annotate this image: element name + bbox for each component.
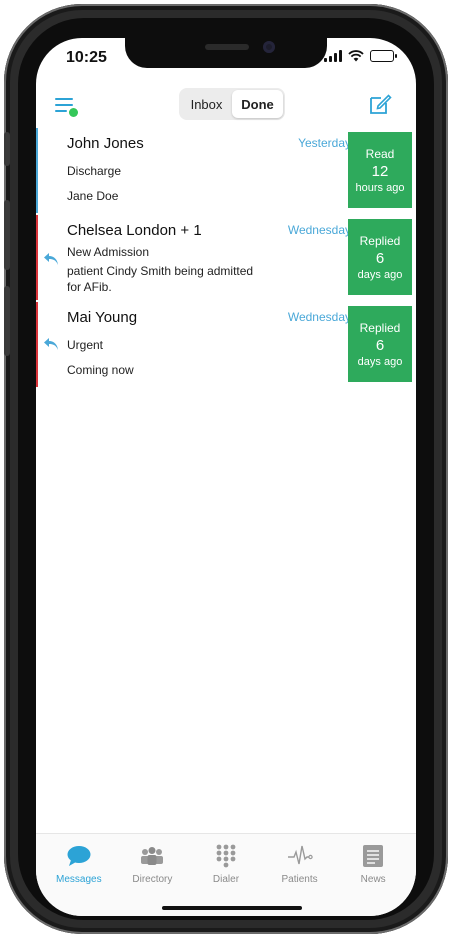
tab-label: Messages	[56, 874, 102, 885]
app-screen: 10:25 Inbox Done John Jones Discharge Ja…	[36, 38, 416, 916]
status-label: Replied	[359, 233, 401, 248]
message-body-line: patient Cindy Smith being admitted	[67, 264, 254, 278]
message-date: Yesterday	[298, 136, 351, 150]
battery-icon	[370, 50, 397, 62]
status-unit: hours ago	[355, 181, 405, 194]
status-unit: days ago	[357, 268, 403, 281]
menu-button[interactable]	[55, 96, 79, 118]
status-count: 6	[375, 336, 385, 354]
status-count: 12	[371, 162, 389, 180]
tab-bar: Messages Directory Dialer Patients News	[36, 833, 416, 916]
tab-news[interactable]: News	[336, 834, 410, 916]
signal-icon	[324, 50, 342, 62]
tab-inbox[interactable]: Inbox	[181, 90, 232, 118]
tab-label: News	[360, 874, 386, 885]
reply-icon	[44, 338, 58, 350]
compose-icon[interactable]	[368, 92, 392, 116]
priority-bar	[36, 128, 38, 213]
tab-label: Patients	[281, 874, 318, 885]
status-time: 10:25	[66, 49, 107, 66]
priority-bar	[36, 215, 38, 300]
people-icon	[141, 847, 164, 865]
online-status-dot	[69, 108, 78, 117]
notch	[125, 38, 327, 68]
status-badge[interactable]: Replied 6 days ago	[348, 306, 412, 382]
wifi-icon	[348, 50, 364, 62]
mute-switch	[4, 132, 10, 166]
heartbeat-icon	[287, 845, 313, 865]
message-patient: Jane Doe	[67, 189, 119, 203]
status-badge[interactable]: Read 12 hours ago	[348, 132, 412, 208]
tab-label: Directory	[132, 874, 173, 885]
message-subject: Urgent	[67, 338, 104, 352]
chat-bubble-icon	[67, 846, 91, 866]
message-row[interactable]: Chelsea London + 1 New Admission patient…	[36, 215, 416, 300]
reply-icon	[44, 253, 58, 265]
tab-messages[interactable]: Messages	[42, 834, 116, 916]
speaker	[205, 44, 249, 50]
status-unit: days ago	[357, 355, 403, 368]
volume-down-button	[4, 286, 10, 356]
message-body-line: Coming now	[67, 363, 134, 377]
tab-done[interactable]: Done	[232, 90, 283, 118]
priority-bar	[36, 302, 38, 387]
keypad-icon	[216, 844, 236, 868]
home-indicator	[162, 906, 302, 910]
message-body-line: for AFib.	[67, 280, 112, 294]
sender-name: Mai Young	[67, 309, 138, 326]
status-label: Read	[365, 146, 395, 161]
status-label: Replied	[359, 320, 401, 335]
message-subject: New Admission	[67, 245, 150, 259]
tab-patients[interactable]: Patients	[263, 834, 337, 916]
status-badge[interactable]: Replied 6 days ago	[348, 219, 412, 295]
message-date: Wednesday	[287, 310, 351, 324]
message-subject: Discharge	[67, 164, 122, 178]
volume-up-button	[4, 200, 10, 270]
camera	[263, 41, 275, 53]
message-row[interactable]: Mai Young Urgent Coming now Wednesday Re…	[36, 302, 416, 387]
tab-label: Dialer	[212, 874, 240, 885]
newspaper-icon	[363, 845, 384, 867]
tab-directory[interactable]: Directory	[116, 834, 190, 916]
message-date: Wednesday	[287, 223, 351, 237]
message-list: John Jones Discharge Jane Doe Yesterday …	[36, 128, 416, 389]
message-row[interactable]: John Jones Discharge Jane Doe Yesterday …	[36, 128, 416, 213]
tab-dialer[interactable]: Dialer	[189, 834, 263, 916]
status-count: 6	[375, 249, 385, 267]
sender-name: Chelsea London + 1	[67, 222, 202, 239]
status-icons	[324, 50, 397, 62]
sender-name: John Jones	[67, 135, 144, 152]
inbox-done-toggle: Inbox Done	[179, 88, 285, 120]
